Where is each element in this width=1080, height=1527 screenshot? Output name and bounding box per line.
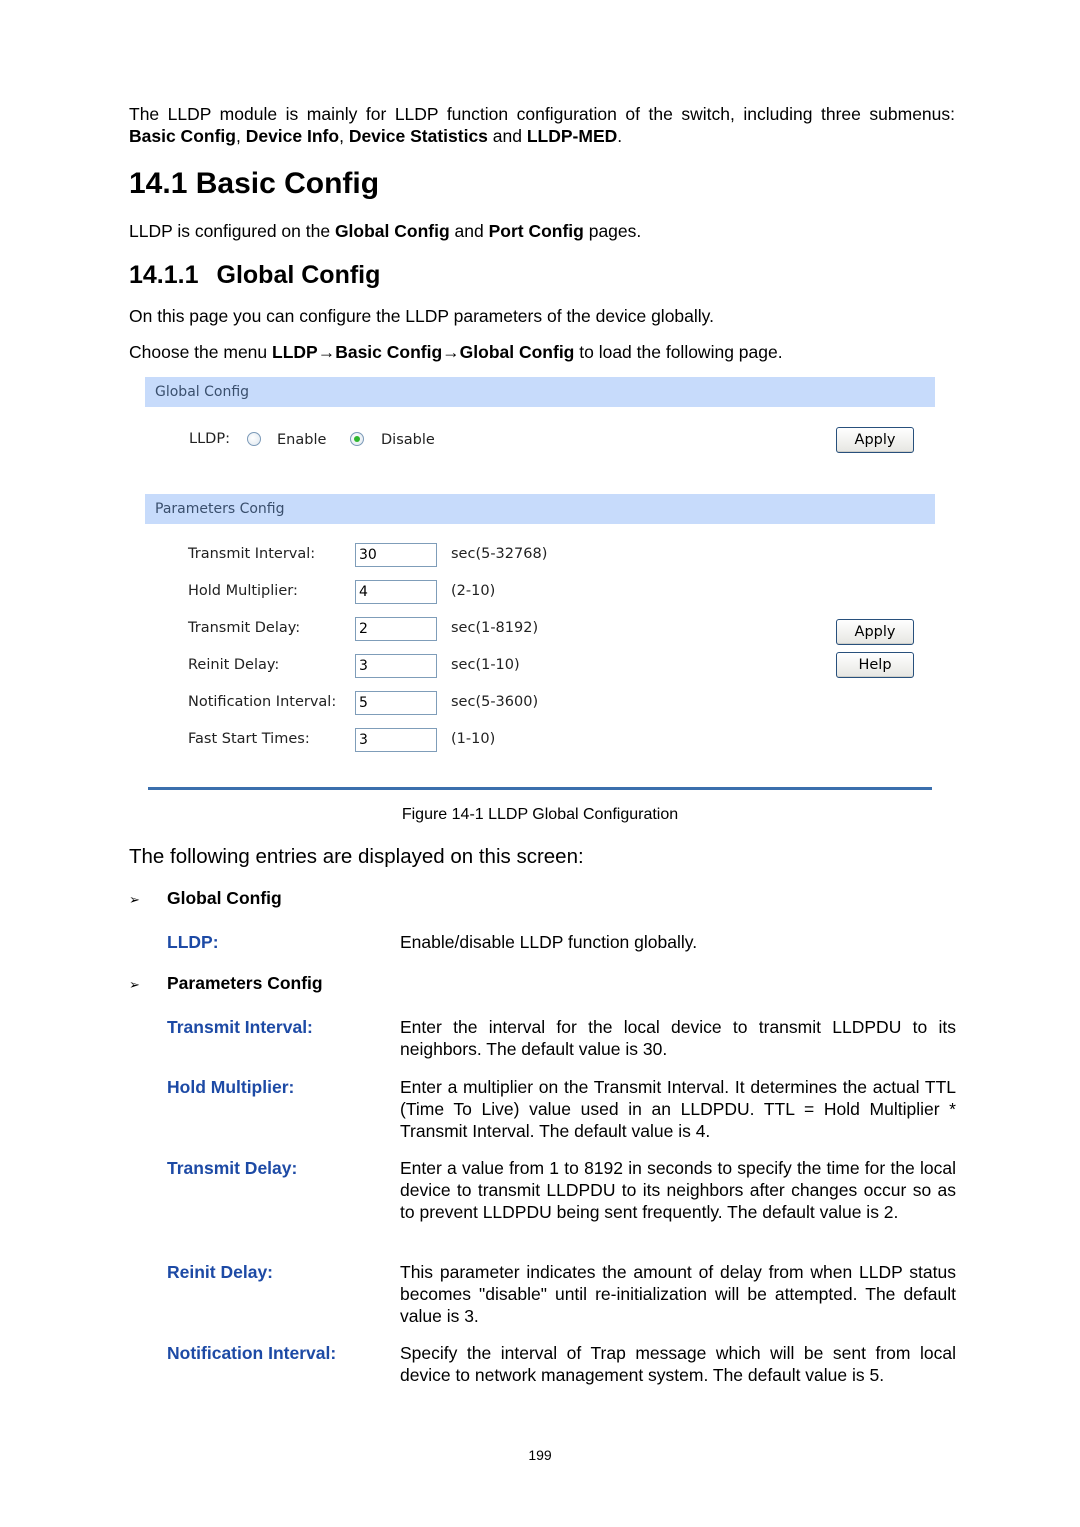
group-title: Parameters Config [167,973,323,993]
param-range: sec(1-8192) [451,620,539,636]
group-heading: ➢ Global Config [129,887,282,911]
entry-description: Enter a value from 1 to 8192 in seconds … [400,1158,956,1222]
help-button[interactable]: Help [836,652,914,678]
entry-term: Transmit Delay: [167,1158,298,1178]
entry-term: LLDP: [167,932,219,952]
intro-paragraph: The LLDP module is mainly for LLDP funct… [129,104,955,146]
entries-heading: The following entries are displayed on t… [129,845,584,868]
group-title: Global Config [167,888,282,908]
apply-button-global[interactable]: Apply [836,427,914,453]
param-label: Notification Interval: [188,694,337,710]
parameters-config-bar: Parameters Config [145,494,935,524]
param-range: (1-10) [451,731,496,747]
entry-description: Specify the interval of Trap message whi… [400,1343,956,1385]
entry-term: Hold Multiplier: [167,1077,295,1097]
disable-radio[interactable] [350,432,364,446]
bullet-arrow-icon: ➢ [129,892,140,907]
section-heading: 14.1 Basic Config [129,167,380,200]
param-range: sec(5-32768) [451,546,548,562]
apply-button-parameters[interactable]: Apply [836,619,914,645]
figure-bottom-rule [148,787,932,790]
entry-description: Enable/disable LLDP function globally. [400,932,698,952]
enable-radio[interactable] [247,432,261,446]
subsection-number: 14.1.1 [129,261,199,289]
param-input[interactable]: 4 [355,580,437,604]
enable-radio-label: Enable [277,432,327,448]
param-label: Reinit Delay: [188,657,280,673]
param-range: sec(5-3600) [451,694,539,710]
param-label: Hold Multiplier: [188,583,298,599]
param-range: sec(1-10) [451,657,520,673]
entry-term: Reinit Delay: [167,1262,273,1282]
global-config-bar: Global Config [145,377,935,407]
param-input[interactable]: 2 [355,617,437,641]
disable-radio-label: Disable [381,432,435,448]
entry-description: This parameter indicates the amount of d… [400,1262,956,1326]
section-paragraph: LLDP is configured on the Global Config … [129,221,642,241]
subsection-paragraph-1: On this page you can configure the LLDP … [129,306,714,326]
group-heading: ➢ Parameters Config [129,972,323,996]
bullet-arrow-icon: ➢ [129,977,140,992]
param-label: Fast Start Times: [188,731,310,747]
param-input[interactable]: 3 [355,654,437,678]
figure-caption: Figure 14-1 LLDP Global Configuration [401,806,679,823]
entry-term: Transmit Interval: [167,1017,313,1037]
subsection-paragraph-2: Choose the menu LLDP→Basic Config→Global… [129,342,783,362]
param-label: Transmit Interval: [188,546,316,562]
param-label: Transmit Delay: [188,620,301,636]
param-input[interactable]: 5 [355,691,437,715]
page-number: 199 [528,1447,552,1463]
param-input[interactable]: 30 [355,543,437,567]
param-range: (2-10) [451,583,496,599]
entry-description: Enter the interval for the local device … [400,1017,956,1059]
entry-description: Enter a multiplier on the Transmit Inter… [400,1077,956,1141]
lldp-global-config-screenshot: Global Config LLDP: Enable Disable Apply… [145,377,935,793]
lldp-label: LLDP: [189,431,230,447]
subsection-title: Global Config [216,261,381,289]
subsection-heading: 14.1.1 Global Config [129,259,380,291]
param-input[interactable]: 3 [355,728,437,752]
entry-term: Notification Interval: [167,1343,337,1363]
